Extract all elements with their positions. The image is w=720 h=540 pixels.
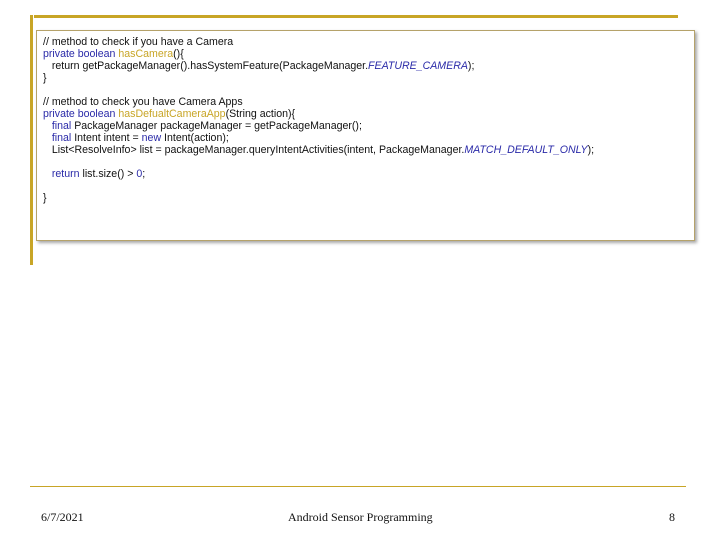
code-text: list.size() > bbox=[79, 168, 137, 180]
code-text: ; bbox=[142, 168, 146, 180]
code-text: (String action){ bbox=[225, 108, 296, 120]
code-keyword: return bbox=[43, 168, 80, 180]
top-accent-rule bbox=[34, 15, 678, 18]
constant-feature-camera: FEATURE_CAMERA bbox=[368, 60, 468, 72]
code-keyword: final bbox=[43, 132, 72, 144]
code-line-close-brace: } bbox=[43, 192, 47, 204]
code-keyword: new bbox=[141, 132, 162, 144]
code-text: ); bbox=[467, 60, 475, 72]
code-line-default-camera-decl: private boolean hasDefualtCameraApp(Stri… bbox=[43, 108, 694, 120]
method-name-has-default-camera-app: hasDefualtCameraApp bbox=[118, 108, 226, 120]
code-line-close-brace: } bbox=[43, 72, 47, 84]
code-block: // method to check if you have a Camera … bbox=[36, 30, 695, 241]
code-line-intent: final Intent intent = new Intent(action)… bbox=[43, 132, 694, 144]
code-keyword: private boolean bbox=[43, 48, 119, 60]
footer-title: Android Sensor Programming bbox=[288, 510, 433, 524]
left-accent-rule bbox=[30, 15, 33, 265]
code-keyword: final bbox=[43, 120, 72, 132]
code-text: Intent intent = bbox=[71, 132, 142, 144]
code-text: ); bbox=[587, 144, 595, 156]
code-comment-has-camera: // method to check if you have a Camera bbox=[43, 36, 234, 48]
code-text: PackageManager packageManager = getPacka… bbox=[71, 120, 362, 132]
code-text: Intent(action); bbox=[161, 132, 229, 144]
code-comment-camera-apps: // method to check you have Camera Apps bbox=[43, 96, 243, 108]
code-keyword: private boolean bbox=[43, 108, 119, 120]
code-line-return-feature: return getPackageManager().hasSystemFeat… bbox=[43, 60, 694, 72]
constant-match-default-only: MATCH_DEFAULT_ONLY bbox=[464, 144, 588, 156]
code-text: return getPackageManager().hasSystemFeat… bbox=[43, 60, 369, 72]
code-line-package-manager: final PackageManager packageManager = ge… bbox=[43, 120, 694, 132]
code-line-has-camera-decl: private boolean hasCamera(){ bbox=[43, 48, 694, 60]
method-name-has-camera: hasCamera bbox=[118, 48, 174, 60]
code-text: List<ResolveInfo> list = packageManager.… bbox=[43, 144, 465, 156]
footer-date: 6/7/2021 bbox=[41, 510, 84, 524]
footer-page-number: 8 bbox=[669, 510, 675, 524]
code-line-return-size: return list.size() > 0; bbox=[43, 168, 694, 180]
code-text: (){ bbox=[173, 48, 184, 60]
footer-rule bbox=[30, 486, 686, 487]
code-line-query-activities: List<ResolveInfo> list = packageManager.… bbox=[43, 144, 694, 156]
